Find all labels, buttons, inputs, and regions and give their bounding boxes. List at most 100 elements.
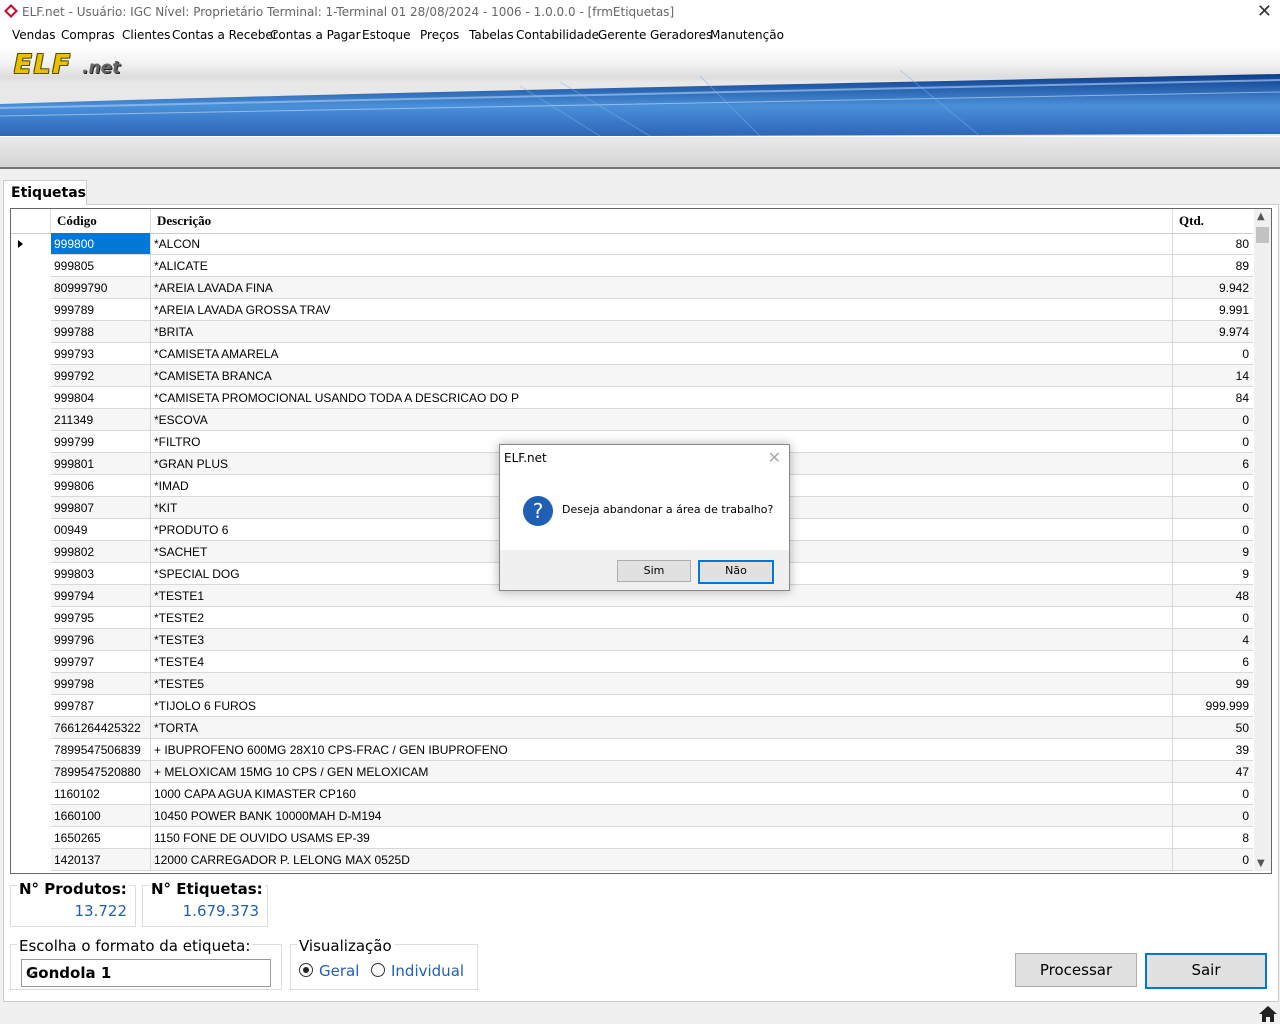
cell-qty[interactable]: 80 [1173, 233, 1253, 254]
cell-qty[interactable]: 9.991 [1173, 299, 1253, 320]
scroll-thumb[interactable] [1256, 227, 1269, 243]
cell-qty[interactable]: 48 [1173, 585, 1253, 606]
processar-button[interactable]: Processar [1015, 953, 1137, 987]
cell-desc[interactable]: *AREIA LAVADA GROSSA TRAV [151, 299, 1173, 320]
cell-qty[interactable]: 6 [1173, 651, 1253, 672]
cell-code[interactable]: 999801 [51, 453, 151, 474]
cell-qty[interactable]: 50 [1173, 717, 1253, 738]
cell-qty[interactable]: 0 [1173, 805, 1253, 826]
cell-desc[interactable]: 12000 CARREGADOR P. LELONG MAX 0525D [151, 849, 1173, 870]
menu-contas-receber[interactable]: Contas a Receber [172, 28, 278, 42]
menu-clientes[interactable]: Clientes [122, 28, 170, 42]
dialog-yes-button[interactable]: Sim [617, 560, 691, 582]
table-row[interactable]: 211349 *ESCOVA 0 [51, 409, 1253, 431]
cell-desc[interactable]: *AREIA LAVADA FINA [151, 277, 1173, 298]
cell-desc[interactable]: *TESTE4 [151, 651, 1173, 672]
cell-code[interactable]: 999806 [51, 475, 151, 496]
cell-qty[interactable]: 0 [1173, 783, 1253, 804]
cell-desc[interactable]: + MELOXICAM 15MG 10 CPS / GEN MELOXICAM [151, 761, 1173, 782]
cell-desc[interactable]: 10450 POWER BANK 10000MAH D-M194 [151, 805, 1173, 826]
cell-desc[interactable]: *CAMISETA PROMOCIONAL USANDO TODA A DESC… [151, 387, 1173, 408]
table-row[interactable]: 999796 *TESTE3 4 [51, 629, 1253, 651]
table-row[interactable]: 7661264425322 *TORTA 50 [51, 717, 1253, 739]
table-row[interactable]: 1650265 1150 FONE DE OUVIDO USAMS EP-39 8 [51, 827, 1253, 849]
scroll-up-icon[interactable]: ▲ [1257, 211, 1265, 222]
cell-code[interactable]: 7899547520880 [51, 761, 151, 782]
cell-desc[interactable]: *TESTE5 [151, 673, 1173, 694]
cell-code[interactable]: 999798 [51, 673, 151, 694]
cell-qty[interactable]: 9 [1173, 563, 1253, 584]
cell-desc[interactable]: *TORTA [151, 717, 1173, 738]
cell-code[interactable]: 999795 [51, 607, 151, 628]
cell-code[interactable]: 80999790 [51, 277, 151, 298]
cell-desc[interactable]: *CAMISETA AMARELA [151, 343, 1173, 364]
table-row[interactable]: 80999790 *AREIA LAVADA FINA 9.942 [51, 277, 1253, 299]
table-row[interactable]: 999792 *CAMISETA BRANCA 14 [51, 365, 1253, 387]
cell-code[interactable]: 999803 [51, 563, 151, 584]
radio-individual[interactable]: Individual [371, 962, 464, 980]
table-row[interactable]: 7899547506839 + IBUPROFENO 600MG 28X10 CP… [51, 739, 1253, 761]
menu-tabelas[interactable]: Tabelas [469, 28, 514, 42]
cell-code[interactable]: 999799 [51, 431, 151, 452]
cell-qty[interactable]: 47 [1173, 761, 1253, 782]
cell-code[interactable]: 1160102 [51, 783, 151, 804]
cell-qty[interactable]: 84 [1173, 387, 1253, 408]
cell-qty[interactable]: 0 [1173, 497, 1253, 518]
cell-qty[interactable]: 0 [1173, 607, 1253, 628]
cell-desc[interactable]: *TIJOLO 6 FUROS [151, 695, 1173, 716]
table-row[interactable]: 999800 *ALCON 80 [51, 233, 1253, 255]
cell-desc[interactable]: *ALCON [151, 233, 1173, 254]
cell-desc[interactable]: + IBUPROFENO 600MG 28X10 CPS-FRAC / GEN … [151, 739, 1173, 760]
cell-code[interactable]: 7899547506839 [51, 739, 151, 760]
cell-qty[interactable]: 9.974 [1173, 321, 1253, 342]
cell-code[interactable]: 999797 [51, 651, 151, 672]
cell-desc[interactable]: *CAMISETA BRANCA [151, 365, 1173, 386]
table-row[interactable]: 999789 *AREIA LAVADA GROSSA TRAV 9.991 [51, 299, 1253, 321]
cell-code[interactable]: 999800 [51, 233, 151, 254]
table-row[interactable]: 999804 *CAMISETA PROMOCIONAL USANDO TODA … [51, 387, 1253, 409]
table-row[interactable]: 999805 *ALICATE 89 [51, 255, 1253, 277]
cell-qty[interactable]: 9.942 [1173, 277, 1253, 298]
cell-code[interactable]: 999807 [51, 497, 151, 518]
dialog-close-icon[interactable]: ✕ [768, 448, 781, 467]
cell-desc[interactable]: 1000 CAPA AGUA KIMASTER CP160 [151, 783, 1173, 804]
cell-qty[interactable]: 0 [1173, 343, 1253, 364]
radio-geral[interactable]: Geral [299, 962, 359, 980]
menu-contabilidade[interactable]: Contabilidade [516, 28, 599, 42]
home-icon[interactable] [1258, 1004, 1278, 1024]
menu-contas-pagar[interactable]: Contas a Pagar [270, 28, 361, 42]
menu-gerente[interactable]: Gerente [598, 28, 646, 42]
menu-precos[interactable]: Preços [420, 28, 459, 42]
cell-qty[interactable]: 39 [1173, 739, 1253, 760]
cell-qty[interactable]: 6 [1173, 453, 1253, 474]
cell-qty[interactable]: 4 [1173, 629, 1253, 650]
col-header-qty[interactable]: Qtd. [1173, 209, 1253, 233]
dialog-no-button[interactable]: Não [698, 560, 774, 584]
format-select[interactable]: Gondola 1 ⌄ [21, 959, 271, 987]
close-icon[interactable]: ✕ [1257, 1, 1272, 22]
table-row[interactable]: 999788 *BRITA 9.974 [51, 321, 1253, 343]
cell-qty[interactable]: 14 [1173, 365, 1253, 386]
cell-qty[interactable]: 0 [1173, 409, 1253, 430]
cell-code[interactable]: 00949 [51, 519, 151, 540]
cell-code[interactable]: 1650265 [51, 827, 151, 848]
table-row[interactable]: 999787 *TIJOLO 6 FUROS 999.999 [51, 695, 1253, 717]
tab-etiquetas[interactable]: Etiquetas [3, 180, 87, 205]
cell-desc[interactable]: *TESTE2 [151, 607, 1173, 628]
cell-code[interactable]: 7661264425322 [51, 717, 151, 738]
table-row[interactable]: 999797 *TESTE4 6 [51, 651, 1253, 673]
cell-qty[interactable]: 0 [1173, 519, 1253, 540]
sair-button[interactable]: Sair [1145, 953, 1267, 989]
cell-code[interactable]: 999805 [51, 255, 151, 276]
table-row[interactable]: 1420137 12000 CARREGADOR P. LELONG MAX 05… [51, 849, 1253, 871]
cell-code[interactable]: 999796 [51, 629, 151, 650]
menu-geradores[interactable]: Geradores [650, 28, 712, 42]
menu-manutencao[interactable]: Manutenção [710, 28, 784, 42]
cell-qty[interactable]: 0 [1173, 849, 1253, 870]
cell-desc[interactable]: *TESTE3 [151, 629, 1173, 650]
table-row[interactable]: 999793 *CAMISETA AMARELA 0 [51, 343, 1253, 365]
cell-code[interactable]: 999792 [51, 365, 151, 386]
cell-desc[interactable]: *ALICATE [151, 255, 1173, 276]
menu-estoque[interactable]: Estoque [362, 28, 411, 42]
cell-desc[interactable]: *ESCOVA [151, 409, 1173, 430]
